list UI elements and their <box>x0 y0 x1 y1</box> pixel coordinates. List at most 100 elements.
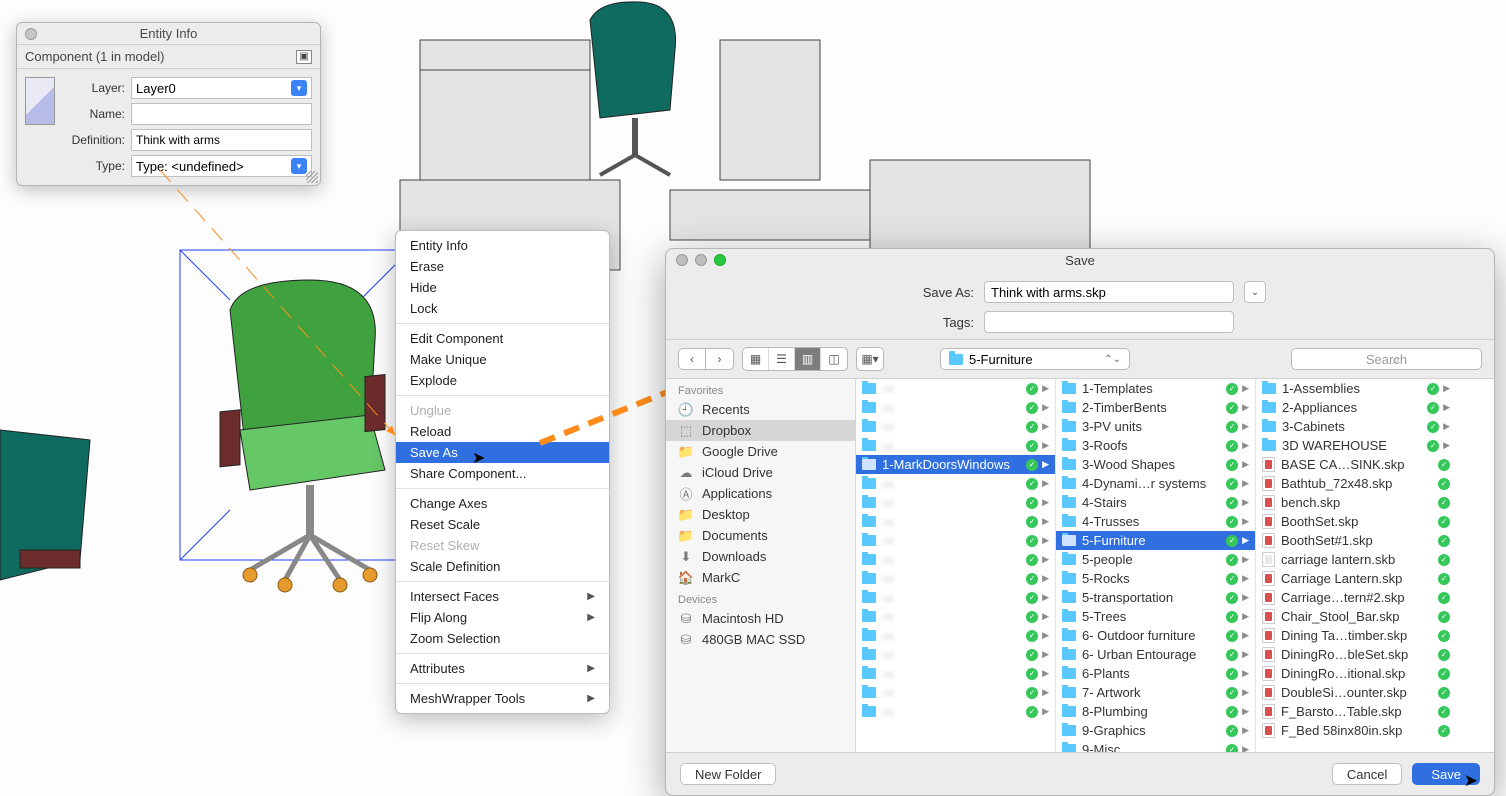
file-column[interactable]: —✓▶—✓▶—✓▶—✓▶1-MarkDoorsWindows✓▶—✓▶—✓▶—✓… <box>856 379 1056 752</box>
file-column[interactable]: 1-Assemblies✓▶2-Appliances✓▶3-Cabinets✓▶… <box>1256 379 1456 752</box>
file-item[interactable]: —✓▶ <box>856 588 1055 607</box>
file-item[interactable]: —✓▶ <box>856 493 1055 512</box>
file-item[interactable]: DiningRo…bleSet.skp✓ <box>1256 645 1456 664</box>
expand-icon[interactable]: ▣ <box>296 50 312 64</box>
file-item[interactable]: —✓▶ <box>856 474 1055 493</box>
file-item[interactable]: 6-Plants✓▶ <box>1056 664 1255 683</box>
sidebar-item[interactable]: 📁Google Drive <box>666 441 855 462</box>
back-button[interactable]: ‹ <box>678 348 706 370</box>
file-item[interactable]: BASE CA…SINK.skp✓ <box>1256 455 1456 474</box>
context-menu-item[interactable]: Entity Info <box>396 235 609 256</box>
file-item[interactable]: 3-PV units✓▶ <box>1056 417 1255 436</box>
file-item[interactable]: —✓▶ <box>856 664 1055 683</box>
file-item[interactable]: —✓▶ <box>856 569 1055 588</box>
name-input[interactable] <box>131 103 312 125</box>
resize-grip-icon[interactable] <box>306 171 318 183</box>
context-menu-item[interactable]: Scale Definition <box>396 556 609 577</box>
file-item[interactable]: 2-TimberBents✓▶ <box>1056 398 1255 417</box>
file-item[interactable]: —✓▶ <box>856 702 1055 721</box>
file-item[interactable]: 3-Roofs✓▶ <box>1056 436 1255 455</box>
file-item[interactable]: —✓▶ <box>856 436 1055 455</box>
file-item[interactable]: —✓▶ <box>856 550 1055 569</box>
file-item[interactable]: 3-Cabinets✓▶ <box>1256 417 1456 436</box>
entity-info-titlebar[interactable]: Entity Info <box>17 23 320 45</box>
context-menu-item[interactable]: Reset Scale <box>396 514 609 535</box>
view-gallery-icon[interactable]: ◫ <box>821 348 847 370</box>
file-item[interactable]: —✓▶ <box>856 531 1055 550</box>
file-item[interactable]: 4-Stairs✓▶ <box>1056 493 1255 512</box>
file-item[interactable]: —✓▶ <box>856 607 1055 626</box>
file-item[interactable]: BoothSet.skp✓ <box>1256 512 1456 531</box>
sidebar-item[interactable]: ⬇Downloads <box>666 546 855 567</box>
context-menu-item[interactable]: Hide <box>396 277 609 298</box>
file-item[interactable]: 5-Trees✓▶ <box>1056 607 1255 626</box>
file-item[interactable]: 1-Templates✓▶ <box>1056 379 1255 398</box>
view-list-icon[interactable]: ☰ <box>769 348 795 370</box>
context-menu-item[interactable]: Share Component... <box>396 463 609 484</box>
file-item[interactable]: 5-Rocks✓▶ <box>1056 569 1255 588</box>
context-menu-item[interactable]: Flip Along▶ <box>396 607 609 628</box>
forward-button[interactable]: › <box>706 348 734 370</box>
file-item[interactable]: Dining Ta…timber.skp✓ <box>1256 626 1456 645</box>
file-item[interactable]: Bathtub_72x48.skp✓ <box>1256 474 1456 493</box>
context-menu-item[interactable]: Intersect Faces▶ <box>396 586 609 607</box>
save-dialog-titlebar[interactable]: Save <box>666 249 1494 271</box>
file-item[interactable]: —✓▶ <box>856 417 1055 436</box>
context-menu-item[interactable]: MeshWrapper Tools▶ <box>396 688 609 709</box>
view-icons-icon[interactable]: ▦ <box>743 348 769 370</box>
file-item[interactable]: 1-Assemblies✓▶ <box>1256 379 1456 398</box>
sidebar-item[interactable]: ⛁480GB MAC SSD <box>666 629 855 650</box>
file-item[interactable]: 5-people✓▶ <box>1056 550 1255 569</box>
file-item[interactable]: F_Barsto…Table.skp✓ <box>1256 702 1456 721</box>
traffic-min-icon[interactable] <box>695 254 707 266</box>
context-menu-item[interactable]: Save As <box>396 442 609 463</box>
context-menu-item[interactable]: Lock <box>396 298 609 319</box>
file-item[interactable]: 6- Outdoor furniture✓▶ <box>1056 626 1255 645</box>
file-item[interactable]: 3D WAREHOUSE✓▶ <box>1256 436 1456 455</box>
tags-input[interactable] <box>984 311 1234 333</box>
close-icon[interactable] <box>25 28 37 40</box>
sidebar-item[interactable]: ⬚Dropbox <box>666 420 855 441</box>
location-select[interactable]: 5-Furniture ⌃⌄ <box>940 348 1130 370</box>
sidebar-item[interactable]: 📁Documents <box>666 525 855 546</box>
file-item[interactable]: 9-Graphics✓▶ <box>1056 721 1255 740</box>
file-item[interactable]: DiningRo…itional.skp✓ <box>1256 664 1456 683</box>
sidebar-item[interactable]: 📁Desktop <box>666 504 855 525</box>
file-item[interactable]: bench.skp✓ <box>1256 493 1456 512</box>
context-menu-item[interactable]: Change Axes <box>396 493 609 514</box>
context-menu-item[interactable]: Zoom Selection <box>396 628 609 649</box>
sidebar-item[interactable]: ⛁Macintosh HD <box>666 608 855 629</box>
save-button[interactable]: Save <box>1412 763 1480 785</box>
file-item[interactable]: 2-Appliances✓▶ <box>1256 398 1456 417</box>
context-menu-item[interactable]: Edit Component <box>396 328 609 349</box>
file-item[interactable]: 9-Misc✓▶ <box>1056 740 1255 752</box>
file-item[interactable]: F_Bed 58inx80in.skp✓ <box>1256 721 1456 740</box>
traffic-close-icon[interactable] <box>676 254 688 266</box>
file-item[interactable]: —✓▶ <box>856 512 1055 531</box>
file-item[interactable]: —✓▶ <box>856 626 1055 645</box>
file-item[interactable]: carriage lantern.skb✓ <box>1256 550 1456 569</box>
file-item[interactable]: DoubleSi…ounter.skp✓ <box>1256 683 1456 702</box>
sidebar-item[interactable]: 🕘Recents <box>666 399 855 420</box>
file-item[interactable]: 8-Plumbing✓▶ <box>1056 702 1255 721</box>
sidebar-item[interactable]: 🏠MarkC <box>666 567 855 588</box>
context-menu-item[interactable]: Explode <box>396 370 609 391</box>
type-select[interactable]: Type: <undefined> ▾ <box>131 155 312 177</box>
file-item[interactable]: —✓▶ <box>856 683 1055 702</box>
file-item[interactable]: 4-Dynami…r systems✓▶ <box>1056 474 1255 493</box>
sidebar-item[interactable]: ☁iCloud Drive <box>666 462 855 483</box>
file-item[interactable]: Chair_Stool_Bar.skp✓ <box>1256 607 1456 626</box>
file-column[interactable]: 1-Templates✓▶2-TimberBents✓▶3-PV units✓▶… <box>1056 379 1256 752</box>
file-item[interactable]: 7- Artwork✓▶ <box>1056 683 1255 702</box>
traffic-zoom-icon[interactable] <box>714 254 726 266</box>
file-item[interactable]: 6- Urban Entourage✓▶ <box>1056 645 1255 664</box>
context-menu-item[interactable]: Attributes▶ <box>396 658 609 679</box>
file-item[interactable]: 5-Furniture✓▶ <box>1056 531 1255 550</box>
view-mode-segment[interactable]: ▦ ☰ ▥ ◫ <box>742 347 848 371</box>
context-menu-item[interactable]: Make Unique <box>396 349 609 370</box>
file-item[interactable]: —✓▶ <box>856 379 1055 398</box>
saveas-input[interactable] <box>984 281 1234 303</box>
file-item[interactable]: 3-Wood Shapes✓▶ <box>1056 455 1255 474</box>
context-menu-item[interactable]: Reload <box>396 421 609 442</box>
expand-toggle-button[interactable]: ⌄ <box>1244 281 1266 303</box>
